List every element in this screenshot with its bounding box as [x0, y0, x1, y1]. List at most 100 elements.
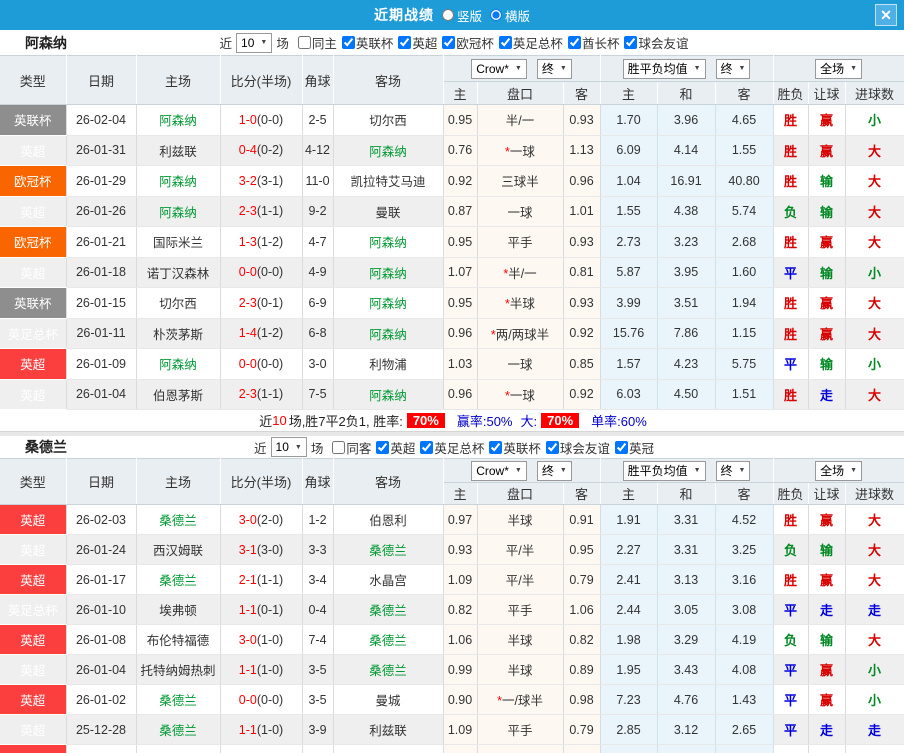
result-outcome: 胜 [773, 379, 809, 410]
odds-home-win: 6.09 [600, 135, 658, 166]
final-odds-select[interactable]: 终 ▼ [536, 460, 572, 481]
match-row: 英超 26-01-17 桑德兰 2-1(1-1) 3-4 水晶宫 1.09 平/半 0.79 2.… [0, 564, 904, 595]
fulltime-score: 1-1 [238, 722, 257, 737]
odds-company-select[interactable]: Crow* ▼ [471, 58, 527, 79]
result-handicap: 赢 [808, 744, 846, 753]
league-checkbox[interactable] [398, 36, 412, 49]
recent-count-select[interactable]: 10 ▼ [270, 437, 307, 457]
same-venue-checkbox[interactable] [332, 440, 346, 454]
odds-home-win: 1.98 [600, 624, 658, 655]
match-score: 1-0(0-0) [220, 104, 303, 136]
league-filter[interactable]: 欧冠杯 [437, 33, 494, 52]
league-filter[interactable]: 球会友谊 [619, 33, 688, 52]
layout-horizontal-option[interactable]: 横版 [490, 6, 530, 25]
competition-badge: 英超 [0, 348, 67, 380]
same-venue-label: 同客 [346, 441, 372, 456]
match-row: 英超 26-02-03 桑德兰 3-0(2-0) 1-2 伯恩利 0.97 半球 0.91 1.9… [0, 504, 904, 535]
league-filter[interactable]: 球会友谊 [541, 438, 610, 457]
league-checkbox[interactable] [420, 440, 434, 454]
league-checkbox[interactable] [442, 36, 456, 49]
league-checkbox[interactable] [567, 36, 581, 49]
match-score: 0-0(0-0) [220, 257, 303, 288]
avg-odds-value: 胜平负均值 [627, 464, 688, 478]
result-handicap: 赢 [808, 654, 846, 685]
handicap-home-odds: 0.95 [443, 104, 478, 136]
handicap-line-text: 半球 [507, 634, 533, 648]
recent-count-select[interactable]: 10 ▼ [236, 32, 273, 53]
handicap-line: 一球 [477, 196, 564, 227]
odds-away-win: 1.43 [715, 684, 774, 715]
odds-away-win: 1.94 [715, 287, 774, 319]
league-filter[interactable]: 英足总杯 [494, 33, 563, 52]
final-avg-value: 终 [720, 464, 733, 478]
handicap-away-odds: 0.81 [563, 257, 601, 288]
vertical-radio[interactable] [441, 9, 454, 21]
match-score: 2-3(1-1) [220, 196, 303, 227]
home-team: 桑德兰 [136, 564, 221, 595]
corner-count: 3-4 [302, 564, 334, 595]
handicap-home-odds: 0.95 [443, 287, 478, 319]
odds-draw: 3.31 [657, 504, 716, 535]
same-venue-filter[interactable]: 同主 [293, 33, 337, 52]
league-filter[interactable]: 英联杯 [484, 438, 541, 457]
league-checkbox[interactable] [498, 36, 512, 49]
scope-select[interactable]: 全场 ▼ [815, 58, 863, 79]
fulltime-score: 3-2 [238, 173, 257, 188]
final-avg-select[interactable]: 终 ▼ [715, 58, 751, 79]
odds-home-win: 2.27 [600, 534, 658, 565]
league-filter[interactable]: 英超 [371, 438, 415, 457]
chevron-down-icon: ▼ [850, 65, 858, 72]
match-row: 欧冠杯 26-01-29 阿森纳 3-2(3-1) 11-0 凯拉特艾马迪 0.92 三球半 0… [0, 165, 904, 197]
odds-draw: 3.23 [657, 226, 716, 258]
scope-value: 全场 [820, 62, 845, 76]
scope-value: 全场 [820, 464, 845, 478]
halftime-score: (2-0) [256, 512, 284, 527]
avg-odds-select[interactable]: 胜平负均值 ▼ [622, 58, 706, 79]
same-venue-checkbox[interactable] [297, 36, 311, 49]
league-checkbox[interactable] [341, 36, 355, 49]
corner-count: 9-2 [302, 196, 334, 227]
handicap-line: 平/半 [477, 564, 564, 595]
close-button[interactable]: ✕ [875, 4, 897, 26]
league-checkbox[interactable] [624, 36, 638, 49]
scope-select[interactable]: 全场 ▼ [815, 460, 863, 481]
league-label: 英联杯 [503, 441, 541, 456]
final-avg-select[interactable]: 终 ▼ [715, 460, 751, 481]
match-score: 2-1(1-1) [220, 564, 303, 595]
league-checkbox[interactable] [376, 440, 390, 454]
result-handicap: 赢 [808, 287, 846, 319]
col-type: 类型 [0, 458, 67, 505]
same-venue-filter[interactable]: 同客 [327, 438, 371, 457]
league-checkbox[interactable] [614, 440, 628, 454]
home-team: 阿森纳 [136, 348, 221, 380]
result-handicap: 赢 [808, 135, 846, 166]
odds-home-win: 3.99 [600, 287, 658, 319]
odds-away-win: 1.51 [715, 379, 774, 410]
avg-odds-select[interactable]: 胜平负均值 ▼ [622, 460, 706, 481]
league-label: 球会友谊 [559, 441, 610, 456]
halftime-score: (1-2) [256, 234, 284, 249]
horizontal-radio[interactable] [490, 9, 502, 21]
league-filter[interactable]: 英足总杯 [415, 438, 484, 457]
layout-vertical-option[interactable]: 竖版 [441, 6, 482, 25]
close-icon: ✕ [880, 7, 892, 23]
halftime-score: (0-1) [256, 295, 284, 310]
league-filter[interactable]: 英联杯 [337, 33, 393, 52]
league-filter[interactable]: 英冠 [610, 438, 654, 457]
match-date: 25-12-28 [66, 714, 137, 745]
match-row: 英超 25-12-28 桑德兰 1-1(1-0) 3-9 利兹联 1.09 平手 0.79 2.8… [0, 714, 904, 745]
odds-away-win: 3.16 [715, 564, 774, 595]
league-checkbox[interactable] [545, 440, 559, 454]
handicap-away-odds: 0.92 [563, 379, 601, 410]
handicap-line-text: 平手 [507, 724, 533, 738]
final-odds-select[interactable]: 终 ▼ [536, 58, 572, 79]
league-checkbox[interactable] [489, 440, 503, 454]
odds-home-win: 1.57 [600, 348, 658, 380]
odds-draw: 7.86 [657, 318, 716, 349]
league-filter[interactable]: 酋长杯 [563, 33, 619, 52]
col-home: 主场 [136, 458, 221, 505]
odds-company-select[interactable]: Crow* ▼ [471, 460, 527, 481]
league-filter[interactable]: 英超 [393, 33, 437, 52]
matches-table-arsenal: 类型 日期 主场 比分(半场) 角球 客场 Crow* ▼ 终 ▼ 胜平负均值 … [0, 55, 904, 410]
handicap-away-odds: 0.79 [563, 714, 601, 745]
